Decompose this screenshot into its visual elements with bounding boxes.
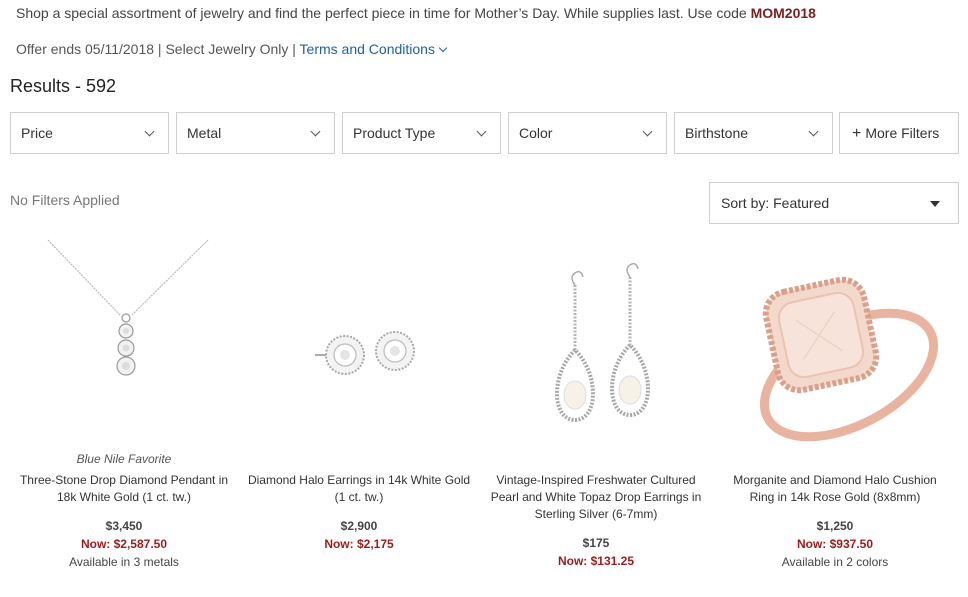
chevron-down-icon: [642, 126, 653, 137]
filter-label: Color: [519, 125, 553, 141]
offer-text: Offer ends 05/11/2018 | Select Jewelry O…: [16, 41, 300, 57]
filter-label: Metal: [187, 125, 222, 141]
product-name[interactable]: Three-Stone Drop Diamond Pendant in 18k …: [8, 472, 240, 506]
caret-down-icon: [930, 201, 940, 207]
offer-details: Offer ends 05/11/2018 | Select Jewelry O…: [16, 41, 448, 57]
chevron-down-icon: [144, 126, 155, 137]
promo-code: MOM2018: [750, 5, 816, 21]
plus-icon: +: [852, 125, 862, 142]
filter-metal[interactable]: Metal: [176, 112, 335, 154]
product-name[interactable]: Vintage-Inspired Freshwater Cultured Pea…: [480, 472, 712, 523]
filter-color[interactable]: Color: [508, 112, 667, 154]
more-filters-label: More Filters: [865, 125, 940, 141]
morganite-ring-image[interactable]: [729, 235, 941, 450]
terms-label: Terms and Conditions: [299, 41, 435, 57]
chevron-down-icon: [310, 126, 321, 137]
product-sale-price: Now: $2,175: [324, 537, 394, 551]
filter-price[interactable]: Price: [10, 112, 169, 154]
product-name[interactable]: Diamond Halo Earrings in 14k White Gold …: [243, 472, 475, 506]
pearl-drop-earrings-image[interactable]: [490, 235, 702, 450]
filter-label: Birthstone: [685, 125, 749, 141]
product-name[interactable]: Morganite and Diamond Halo Cushion Ring …: [719, 472, 951, 506]
promo-message: Shop a special assortment of jewelry and…: [16, 5, 816, 21]
product-availability: Available in 2 colors: [781, 555, 889, 569]
no-filters-applied: No Filters Applied: [10, 192, 120, 208]
product-sale-price: Now: $2,587.50: [80, 537, 168, 551]
product-sale-price: Now: $937.50: [796, 537, 874, 551]
product-price: $1,250: [816, 519, 854, 533]
product-price: $2,900: [340, 519, 378, 533]
terms-link[interactable]: Terms and Conditions: [299, 41, 448, 57]
diamond-pendant-image[interactable]: [18, 235, 230, 450]
chevron-down-icon: [438, 43, 448, 53]
promo-text: Shop a special assortment of jewelry and…: [16, 5, 751, 21]
filter-product-type[interactable]: Product Type: [342, 112, 501, 154]
results-count: Results - 592: [10, 76, 117, 96]
more-filters-button[interactable]: + More Filters: [839, 112, 959, 154]
sort-dropdown[interactable]: Sort by: Featured: [709, 182, 959, 224]
product-sale-price: Now: $131.25: [557, 554, 635, 568]
diamond-earrings-image[interactable]: [253, 235, 465, 450]
filter-birthstone[interactable]: Birthstone: [674, 112, 833, 154]
product-availability: Available in 3 metals: [69, 555, 179, 569]
sort-label: Sort by: Featured: [721, 195, 830, 211]
chevron-down-icon: [808, 126, 819, 137]
filter-label: Price: [21, 125, 53, 141]
filter-label: Product Type: [353, 125, 436, 141]
product-price: $175: [582, 536, 610, 550]
chevron-down-icon: [476, 126, 487, 137]
product-badge: Blue Nile Favorite: [76, 452, 172, 466]
product-price: $3,450: [105, 519, 143, 533]
